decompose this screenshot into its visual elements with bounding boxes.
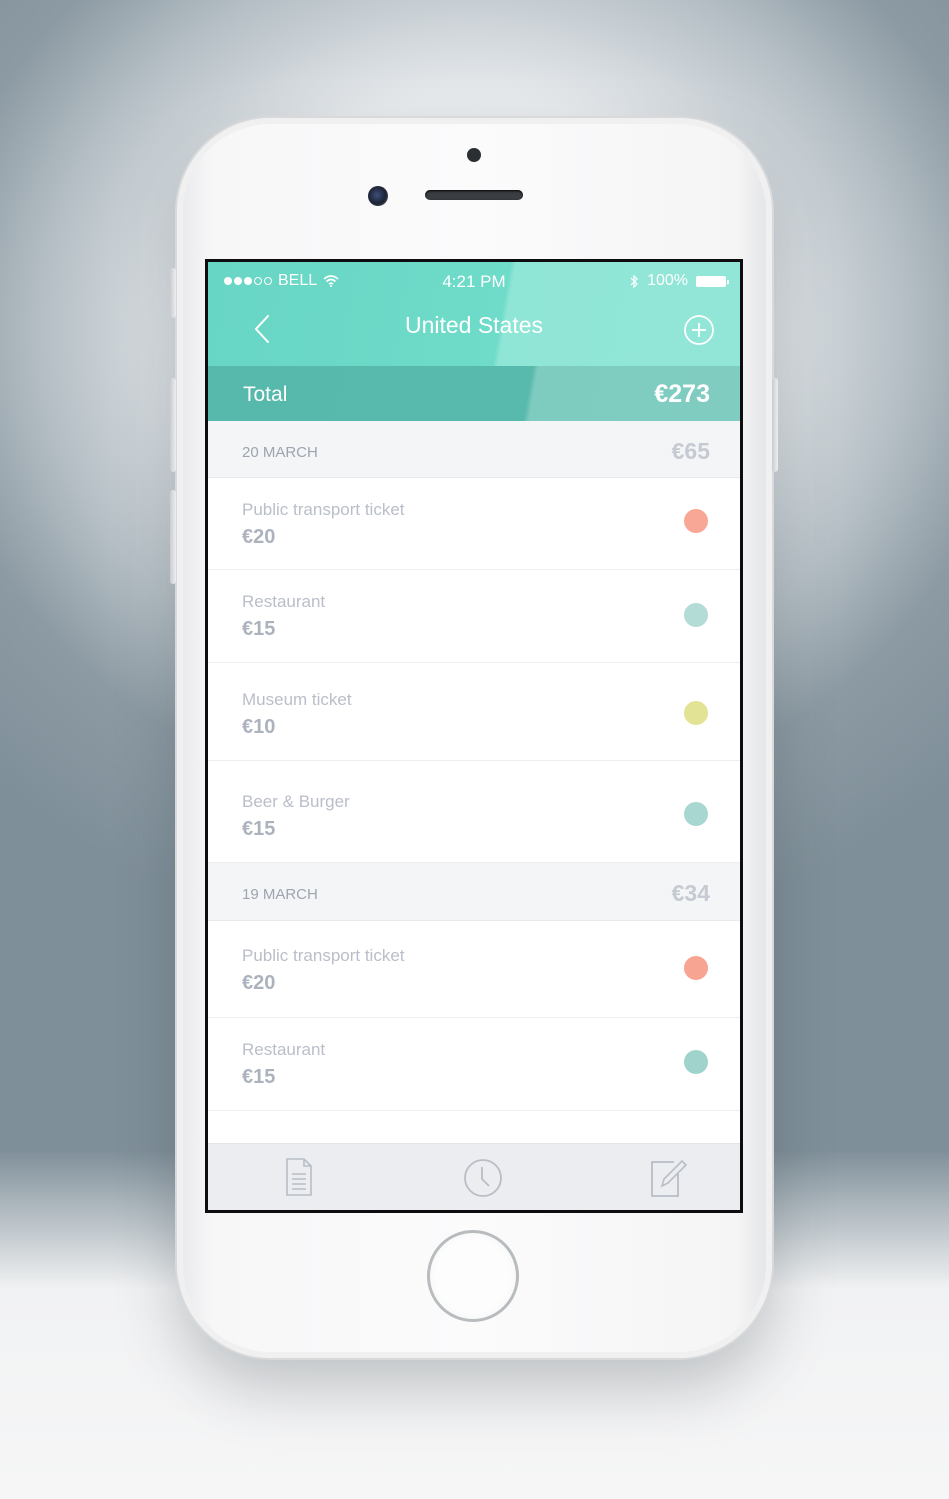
expense-amount: €10 bbox=[242, 716, 276, 738]
category-dot bbox=[684, 701, 708, 725]
app-screen: BELL 4:21 PM 100% United States Total €2… bbox=[208, 262, 740, 1210]
expense-title: Public transport ticket bbox=[242, 500, 405, 519]
category-dot bbox=[684, 956, 708, 980]
earpiece-speaker bbox=[425, 190, 523, 200]
battery-icon bbox=[696, 275, 729, 287]
expense-item[interactable]: Restaurant €15 bbox=[208, 1018, 740, 1111]
total-value: €273 bbox=[654, 380, 710, 408]
tab-reports[interactable] bbox=[278, 1156, 320, 1198]
expense-title: Museum ticket bbox=[242, 690, 352, 709]
expense-amount: €15 bbox=[242, 618, 276, 640]
front-camera bbox=[368, 186, 388, 206]
expense-amount: €15 bbox=[242, 1066, 276, 1088]
section-date: 20 MARCH bbox=[242, 444, 318, 461]
expense-title: Public transport ticket bbox=[242, 946, 405, 965]
expense-title: Restaurant bbox=[242, 1040, 326, 1059]
expense-list[interactable]: 20 MARCH €65 Public transport ticket €20… bbox=[208, 421, 740, 1143]
expense-item[interactable]: Restaurant €15 bbox=[208, 570, 740, 663]
expense-title: Beer & Burger bbox=[242, 792, 350, 811]
status-right: 100% bbox=[630, 272, 729, 290]
section-header: 19 MARCH €34 bbox=[208, 863, 740, 921]
tab-bar bbox=[208, 1143, 740, 1210]
volume-down-button bbox=[170, 490, 176, 584]
tab-edit[interactable] bbox=[646, 1156, 688, 1198]
phone-screen: BELL 4:21 PM 100% United States Total €2… bbox=[205, 259, 743, 1213]
expense-item[interactable]: Public transport ticket €20 bbox=[208, 921, 740, 1018]
proximity-sensor bbox=[467, 148, 481, 162]
expense-amount: €20 bbox=[242, 972, 276, 994]
category-dot bbox=[684, 603, 708, 627]
section-total: €65 bbox=[671, 438, 710, 464]
section-header: 20 MARCH €65 bbox=[208, 421, 740, 478]
home-button[interactable] bbox=[427, 1230, 519, 1322]
category-dot bbox=[684, 1050, 708, 1074]
category-dot bbox=[684, 802, 708, 826]
edit-icon bbox=[651, 1159, 688, 1197]
plus-circle-icon bbox=[684, 315, 714, 345]
mute-switch bbox=[170, 268, 176, 318]
category-dot bbox=[684, 509, 708, 533]
battery-percent: 100% bbox=[647, 272, 688, 289]
expense-amount: €15 bbox=[242, 818, 276, 840]
total-label: Total bbox=[243, 383, 288, 406]
section-total: €34 bbox=[671, 880, 710, 906]
total-bar: Total €273 bbox=[208, 366, 740, 421]
status-bar: BELL 4:21 PM 100% bbox=[208, 270, 740, 292]
section-date: 19 MARCH bbox=[242, 886, 318, 903]
page-title: United States bbox=[404, 312, 544, 338]
document-icon bbox=[286, 1158, 312, 1196]
expense-item[interactable]: Museum ticket €10 bbox=[208, 663, 740, 761]
expense-title: Restaurant bbox=[242, 592, 326, 611]
bluetooth-icon bbox=[630, 274, 638, 288]
app-header: BELL 4:21 PM 100% United States bbox=[208, 262, 740, 366]
power-button bbox=[772, 378, 778, 472]
tab-history[interactable] bbox=[462, 1156, 504, 1198]
clock-icon bbox=[464, 1159, 502, 1197]
add-expense-button[interactable] bbox=[683, 314, 715, 346]
volume-up-button bbox=[170, 378, 176, 472]
expense-item[interactable]: Beer & Burger €15 bbox=[208, 761, 740, 863]
expense-amount: €20 bbox=[242, 526, 276, 548]
expense-item[interactable]: Public transport ticket €20 bbox=[208, 478, 740, 570]
